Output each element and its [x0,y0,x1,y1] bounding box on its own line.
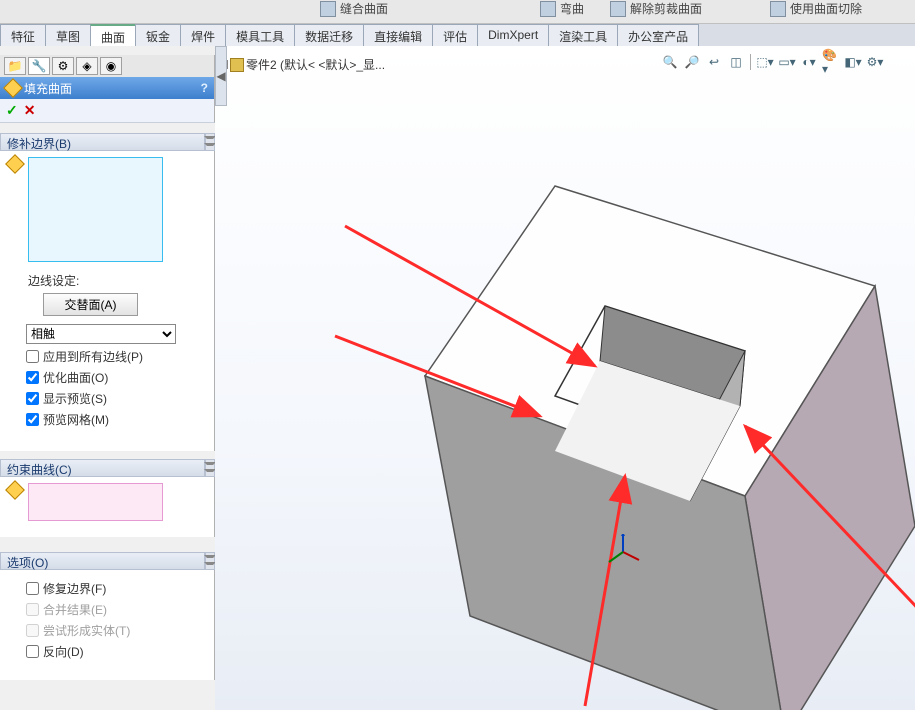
fm-tab-dimxpert[interactable]: ◈ [76,57,98,75]
try-form-solid-label: 尝试形成实体(T) [43,622,130,639]
edge-settings-label: 边线设定: [28,272,206,289]
previous-view-icon[interactable]: ↩ [704,52,724,72]
fm-tab-config-manager[interactable]: ⚙ [52,57,74,75]
preview-mesh-row[interactable]: 预览网格(M) [26,411,206,428]
view-orientation-icon[interactable]: ⬚▾ [755,52,775,72]
model-geometry [315,146,915,710]
feature-manager-tabs: 📁 🔧 ⚙ ◈ ◉ [0,55,215,77]
flex-icon[interactable] [540,1,556,17]
cancel-button[interactable]: ✕ [24,102,36,119]
apply-to-all-edges-row[interactable]: 应用到所有边线(P) [26,348,206,365]
show-preview-label: 显示预览(S) [43,390,107,407]
top-surface-tools-row: 缝合曲面 弯曲 解除剪裁曲面 使用曲面切除 [0,0,915,24]
options-section-header[interactable]: 选项(O) [0,552,205,570]
fm-tab-display-manager[interactable]: ◉ [100,57,122,75]
cmd-tab-7[interactable]: 直接编辑 [363,24,433,46]
patch-boundary-section-header[interactable]: 修补边界(B) [0,133,205,151]
fix-boundary-checkbox[interactable] [26,582,39,595]
knit-surface-icon[interactable] [320,1,336,17]
part-icon [230,58,244,72]
fill-surface-icon [3,78,23,98]
fix-boundary-row[interactable]: 修复边界(F) [26,580,206,597]
heads-up-view-toolbar: 🔍 🔎 ↩ ◫ ⬚▾ ▭▾ ◐▾ 🎨▾ ◧▾ ⚙▾ [660,52,885,72]
property-manager-title: 填充曲面 [24,80,72,97]
cmd-tab-10[interactable]: 渲染工具 [548,24,618,46]
options-section-body: 修复边界(F) 合并结果(E) 尝试形成实体(T) 反向(D) [0,570,215,680]
reverse-direction-checkbox[interactable] [26,645,39,658]
fix-boundary-label: 修复边界(F) [43,580,106,597]
orientation-triad-icon [605,534,641,570]
display-style-icon[interactable]: ▭▾ [777,52,797,72]
cut-with-surface-label: 使用曲面切除 [790,0,862,17]
edit-appearance-icon[interactable]: 🎨▾ [821,52,841,72]
boundary-selection-icon [5,154,25,174]
optimize-surface-row[interactable]: 优化曲面(O) [26,369,206,386]
panel-collapse-handle[interactable]: ◀ [215,46,227,106]
section-grip-icon[interactable] [205,133,215,151]
try-form-solid-checkbox [26,624,39,637]
apply-scene-icon[interactable]: ◧▾ [843,52,863,72]
cmd-tab-5[interactable]: 模具工具 [225,24,295,46]
show-preview-checkbox[interactable] [26,392,39,405]
zoom-fit-icon[interactable]: 🔍 [660,52,680,72]
reverse-direction-row[interactable]: 反向(D) [26,643,206,660]
part-name-label: 零件2 (默认< <默认>_显... [246,56,385,73]
optimize-surface-label: 优化曲面(O) [43,369,108,386]
merge-result-row: 合并结果(E) [26,601,206,618]
cmd-tab-0[interactable]: 特征 [0,24,46,46]
alternate-face-button[interactable]: 交替面(A) [43,293,138,316]
show-preview-row[interactable]: 显示预览(S) [26,390,206,407]
graphics-viewport[interactable]: + 零件2 (默认< <默认>_显... 🔍 🔎 ↩ ◫ ⬚▾ ▭▾ ◐▾ 🎨▾… [215,46,915,710]
boundary-selection-list[interactable] [28,157,163,262]
preview-mesh-checkbox[interactable] [26,413,39,426]
constraint-selection-list[interactable] [28,483,163,521]
flyout-feature-tree[interactable]: + 零件2 (默认< <默认>_显... [219,56,385,73]
constraint-selection-icon [5,480,25,500]
cmd-tab-9[interactable]: DimXpert [477,24,549,46]
curvature-control-combo[interactable]: 相触 [26,324,176,344]
hide-show-icon[interactable]: ◐▾ [799,52,819,72]
merge-result-label: 合并结果(E) [43,601,107,618]
reverse-direction-label: 反向(D) [43,643,84,660]
try-form-solid-row: 尝试形成实体(T) [26,622,206,639]
cmd-tab-2[interactable]: 曲面 [90,24,136,46]
pm-help-button[interactable]: ? [201,81,208,95]
constraint-curves-section-body [0,477,215,537]
ok-button[interactable]: ✓ [6,102,18,119]
fm-tab-property-manager[interactable]: 🔧 [28,57,50,75]
preview-mesh-label: 预览网格(M) [43,411,109,428]
flex-label: 弯曲 [560,0,584,17]
section-grip-icon[interactable] [205,552,215,570]
cmd-tab-11[interactable]: 办公室产品 [617,24,699,46]
constraint-curves-section-header[interactable]: 约束曲线(C) [0,459,205,477]
patch-boundary-section-body: 边线设定: 交替面(A) 相触 应用到所有边线(P) 优化曲面(O) 显示预览(… [0,151,215,451]
cmd-tab-4[interactable]: 焊件 [180,24,226,46]
zoom-area-icon[interactable]: 🔎 [682,52,702,72]
cmd-tab-6[interactable]: 数据迁移 [294,24,364,46]
pm-action-row: ✓ ✕ [0,99,215,123]
fm-tab-feature-tree[interactable]: 📁 [4,57,26,75]
cut-with-surface-icon[interactable] [770,1,786,17]
apply-to-all-edges-checkbox[interactable] [26,350,39,363]
untrim-surface-icon[interactable] [610,1,626,17]
toolbar-separator [750,54,751,70]
untrim-surface-label: 解除剪裁曲面 [630,0,702,17]
knit-surface-label: 缝合曲面 [340,0,388,17]
cmd-tab-3[interactable]: 钣金 [135,24,181,46]
cmd-tab-1[interactable]: 草图 [45,24,91,46]
section-view-icon[interactable]: ◫ [726,52,746,72]
command-manager-tabs: 特征草图曲面钣金焊件模具工具数据迁移直接编辑评估DimXpert渲染工具办公室产… [0,24,915,46]
property-manager-title-bar: 填充曲面 ? [0,77,215,99]
section-grip-icon[interactable] [205,459,215,477]
cmd-tab-8[interactable]: 评估 [432,24,478,46]
optimize-surface-checkbox[interactable] [26,371,39,384]
apply-to-all-edges-label: 应用到所有边线(P) [43,348,143,365]
merge-result-checkbox [26,603,39,616]
view-settings-icon[interactable]: ⚙▾ [865,52,885,72]
